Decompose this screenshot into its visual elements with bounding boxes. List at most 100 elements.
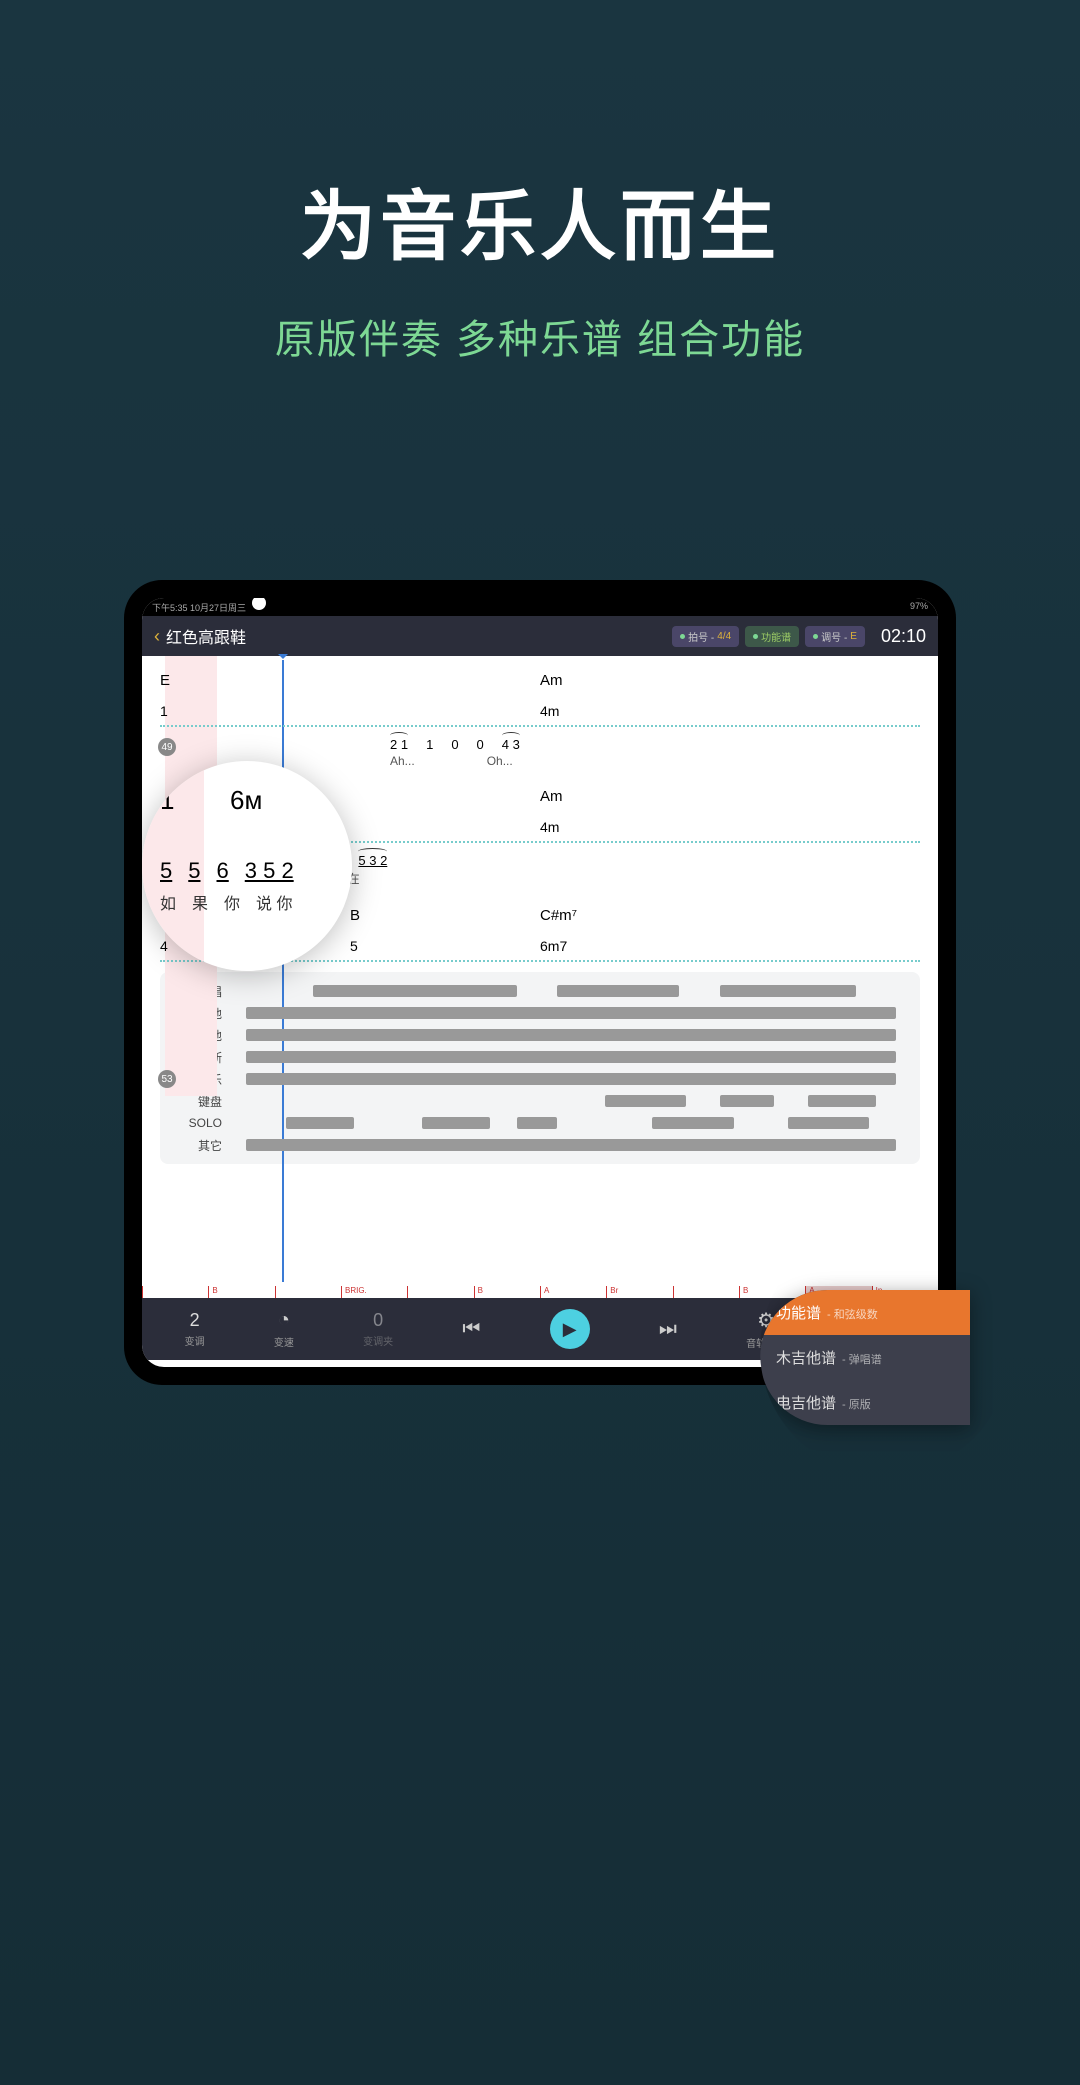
popup-subtitle: - 原版 (842, 1396, 871, 1412)
note: 2 1 (390, 737, 408, 752)
key-badge[interactable]: 调号 - E (805, 626, 865, 647)
time-display: 02:10 (881, 626, 926, 647)
transpose-button[interactable]: 2 变调 (185, 1310, 205, 1348)
track-row[interactable]: 键盘 (170, 1090, 910, 1112)
chord (730, 907, 920, 924)
mag-note: 6 (217, 858, 229, 884)
track-row[interactable]: 打击乐 (170, 1068, 910, 1090)
track-row[interactable]: 导唱 (170, 980, 910, 1002)
hero-subtitle: 原版伴奏 多种乐谱 组合功能 (0, 307, 1080, 365)
degree-row: 1 4m (160, 703, 920, 719)
section-marker[interactable] (407, 1286, 473, 1298)
lyric: Oh... (487, 754, 513, 768)
popup-title: 电吉他谱 (776, 1392, 836, 1413)
degree: 4m (540, 703, 730, 719)
section-marker[interactable]: B (739, 1286, 805, 1298)
dot-icon (813, 634, 818, 639)
tempo-button[interactable]: ◔ 变速 (274, 1309, 294, 1349)
transpose-label: 变调 (185, 1333, 205, 1348)
key-value: E (850, 631, 857, 642)
degree (350, 819, 540, 835)
key-label: 调号 - (821, 629, 847, 644)
note: 0 (477, 737, 484, 752)
popup-title: 木吉他谱 (776, 1347, 836, 1368)
note: 1 (426, 737, 433, 752)
play-button[interactable]: ▶ (550, 1309, 590, 1349)
track-label: 其它 (170, 1137, 222, 1154)
beat-badge[interactable]: 拍号 - 4/4 (672, 626, 739, 647)
waveform (232, 1029, 910, 1041)
section-marker[interactable] (142, 1286, 208, 1298)
mode-label: 功能谱 (761, 629, 791, 644)
prev-button[interactable]: ⏮ (462, 1318, 480, 1341)
screen: 下午5:35 10月27日周三 97% ‹ 红色高跟鞋 拍号 - 4/4 功能谱… (142, 598, 938, 1367)
chord: E (160, 672, 350, 689)
song-title: 红色高跟鞋 (166, 624, 672, 648)
capo-label: 变调夹 (363, 1333, 393, 1348)
beat-label: 拍号 - (688, 629, 714, 644)
status-left: 下午5:35 10月27日周三 (152, 601, 246, 613)
mag-lyric: 如 (160, 890, 176, 914)
chord (730, 672, 920, 689)
degree (730, 819, 920, 835)
capo-button[interactable]: 0 变调夹 (363, 1310, 393, 1348)
popup-item[interactable]: 电吉他谱 - 原版 (760, 1380, 970, 1425)
chord: Am (540, 672, 730, 689)
waveform (232, 1095, 910, 1107)
degree (350, 703, 540, 719)
popup-item[interactable]: 木吉他谱- 弹唱谱 (760, 1335, 970, 1380)
degree: 1 (160, 703, 350, 719)
track-label: SOLO (170, 1116, 222, 1130)
bar-number: 53 (158, 1070, 176, 1088)
section-marker[interactable] (673, 1286, 739, 1298)
waveform (232, 1007, 910, 1019)
track-row[interactable]: 其它 (170, 1134, 910, 1156)
back-button[interactable]: ‹ (154, 626, 160, 647)
track-row[interactable]: 电吉他 (170, 1024, 910, 1046)
bar-number: 49 (158, 738, 176, 756)
dot-icon (680, 634, 685, 639)
degree: 6m7 (540, 938, 730, 954)
app-header: ‹ 红色高跟鞋 拍号 - 4/4 功能谱 调号 - E 02:10 (142, 616, 938, 656)
waveform (232, 985, 910, 997)
note-row: 2 1 1 0 0 4 3 (390, 737, 920, 752)
track-row[interactable]: SOLO (170, 1112, 910, 1134)
gauge-icon: ◔ (278, 1309, 290, 1332)
section-marker[interactable]: B (208, 1286, 274, 1298)
track-panel[interactable]: 导唱木吉他电吉他贝斯打击乐键盘 SOLO 其它 (160, 972, 920, 1164)
section-marker[interactable]: BRIG. (341, 1286, 407, 1298)
section-marker[interactable] (275, 1286, 341, 1298)
score-type-popup: 功能谱- 和弦级数木吉他谱- 弹唱谱电吉他谱- 原版 (760, 1290, 970, 1425)
hero-title: 为音乐人而生 (0, 165, 1080, 275)
mode-badge[interactable]: 功能谱 (745, 626, 799, 647)
section-marker[interactable]: A (540, 1286, 606, 1298)
track-row[interactable]: 贝斯 (170, 1046, 910, 1068)
magnifier-lens: 1 6ᴍ 5 5 6 3 5 2 如 果 你 说 你 (142, 761, 352, 971)
beat-value: 4/4 (717, 631, 731, 642)
chord: B (350, 907, 540, 924)
play-icon: ▶ (563, 1319, 577, 1340)
waveform (232, 1117, 910, 1129)
transpose-value: 2 (190, 1310, 200, 1331)
note: 4 3 (502, 737, 520, 752)
lyric: Ah... (390, 754, 415, 768)
capo-value: 0 (373, 1310, 383, 1331)
note: 0 (451, 737, 458, 752)
next-button[interactable]: ⏭ (659, 1318, 677, 1341)
waveform (232, 1073, 910, 1085)
section-marker[interactable]: B (474, 1286, 540, 1298)
header-badges: 拍号 - 4/4 功能谱 调号 - E 02:10 (672, 626, 926, 647)
chord: Am (540, 788, 730, 805)
dotted-line (160, 725, 920, 727)
degree: 5 (350, 938, 540, 954)
score-area[interactable]: E Am 49 1 4m 2 1 1 0 0 (142, 656, 938, 1286)
mag-note: 5 (188, 858, 200, 884)
chord (350, 672, 540, 689)
mag-lyric: 果 (192, 890, 208, 914)
dot-icon (753, 634, 758, 639)
track-row[interactable]: 木吉他 (170, 1002, 910, 1024)
waveform (232, 1139, 910, 1151)
degree (730, 703, 920, 719)
chord (730, 788, 920, 805)
section-marker[interactable]: Br (606, 1286, 672, 1298)
